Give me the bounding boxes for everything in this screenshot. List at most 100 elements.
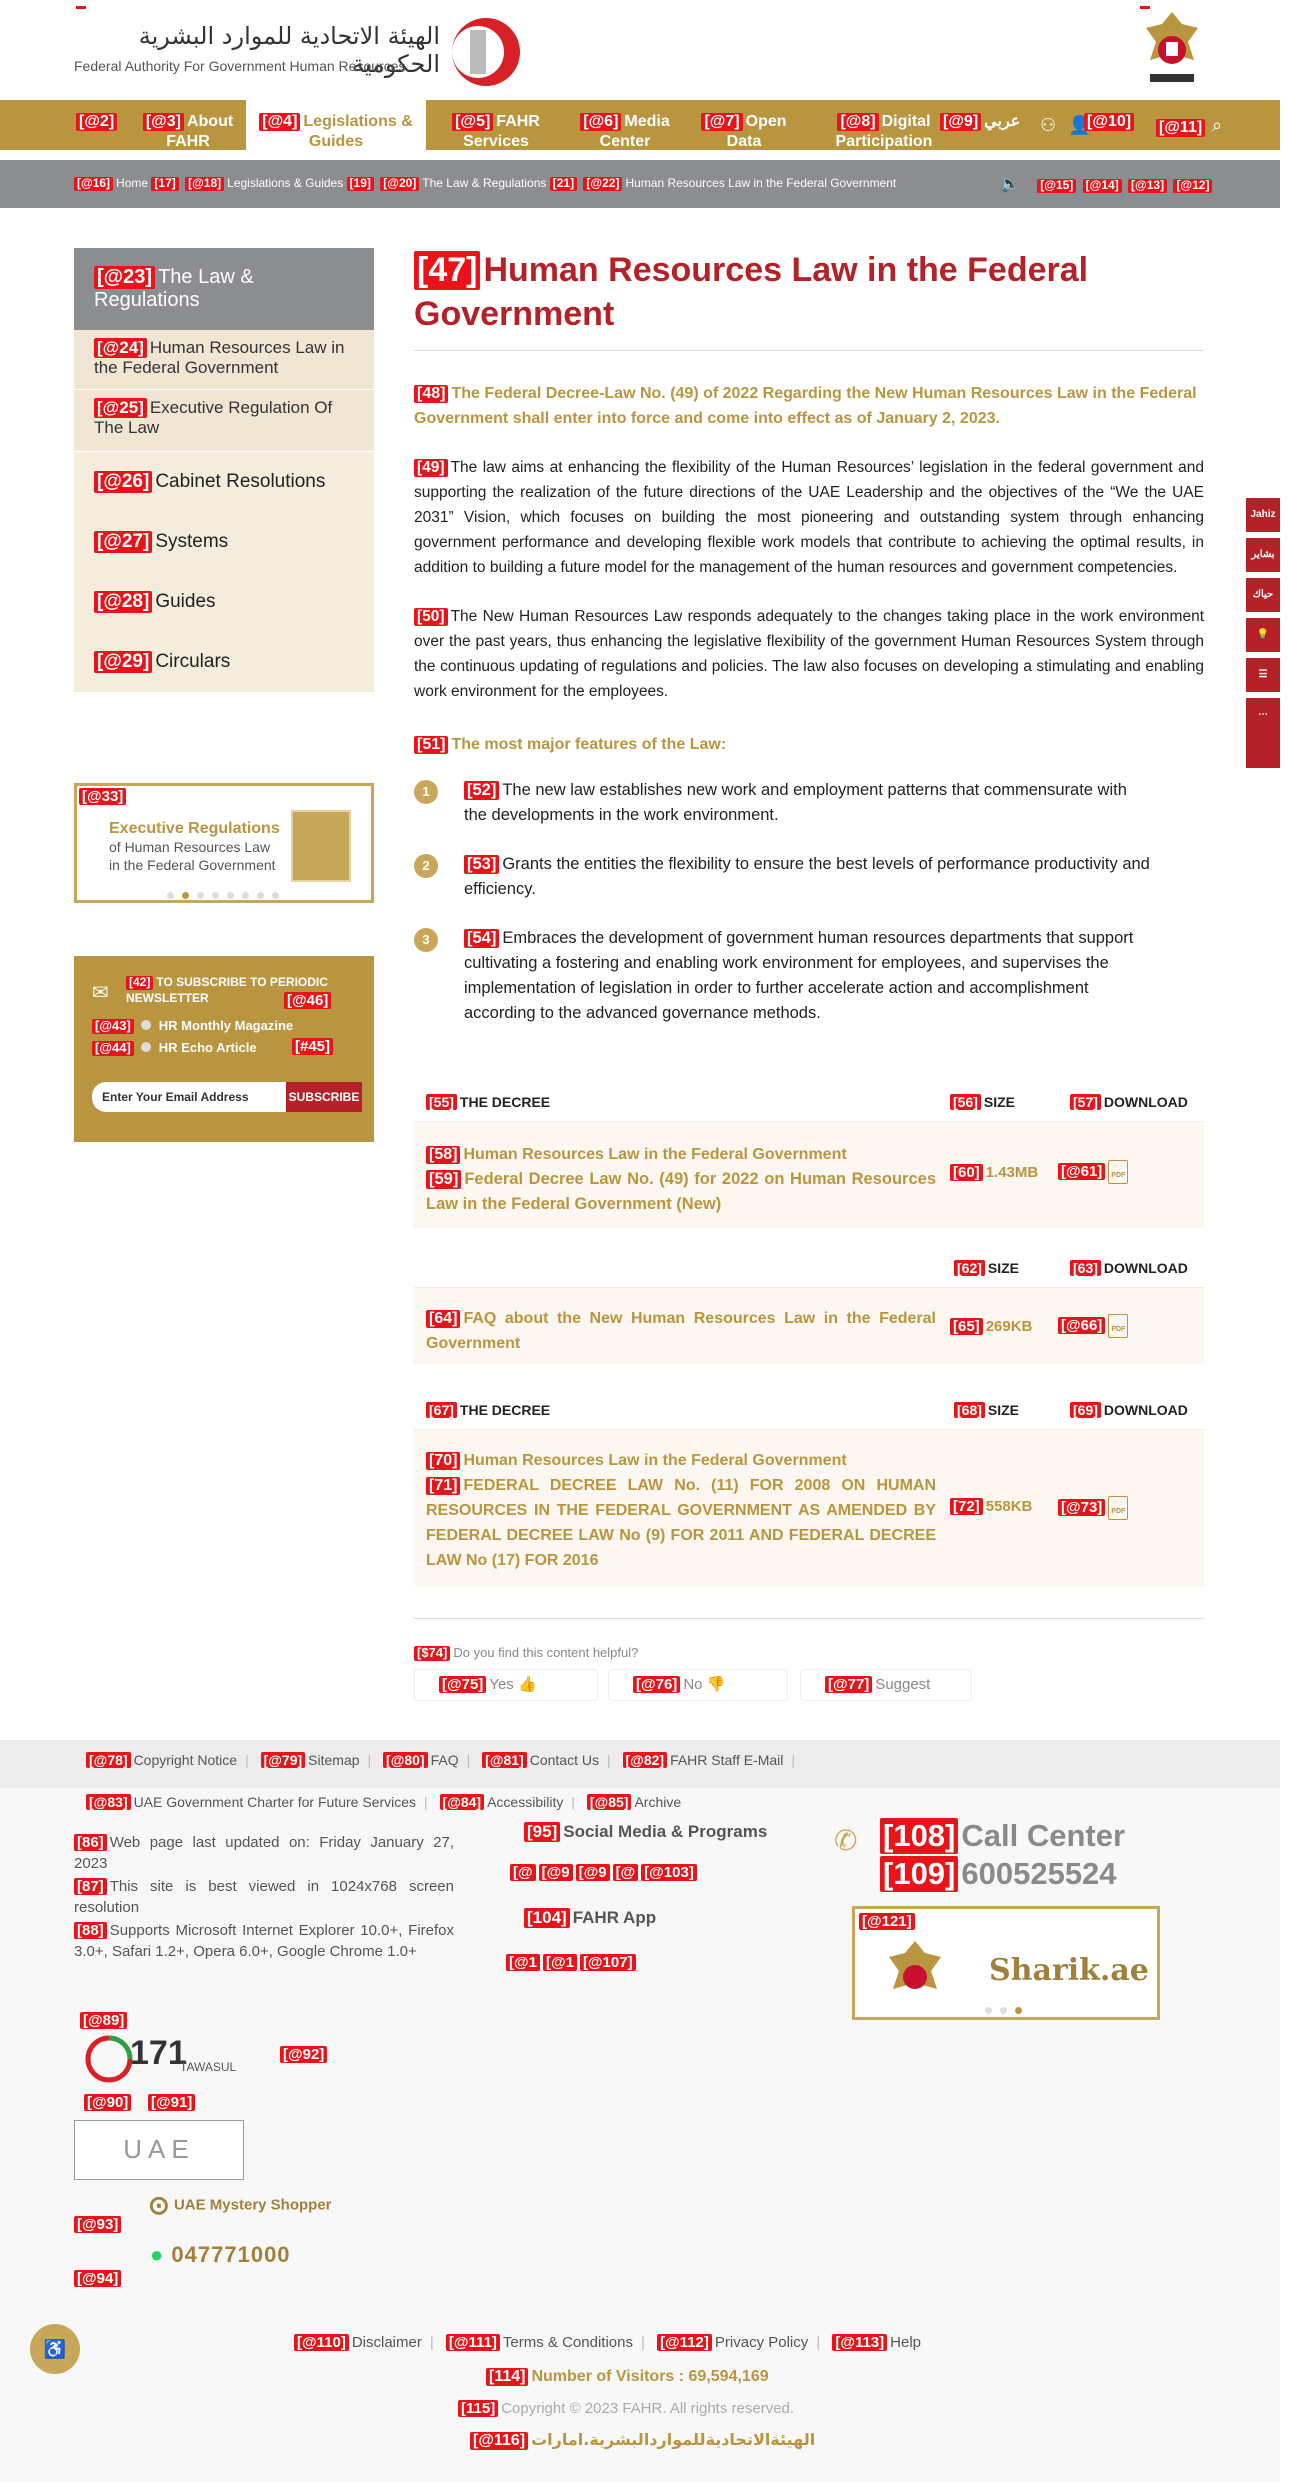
banner-text: Executive Regulations of Human Resources… — [109, 820, 280, 873]
uae-logo[interactable]: UAE — [74, 2120, 244, 2180]
subscribe-button[interactable]: SUBSCRIBE — [286, 1082, 362, 1112]
legal-link[interactable]: [@113] Help — [832, 2334, 921, 2352]
sitemap-icon[interactable]: ⚇ — [1040, 115, 1056, 136]
footer-tag-91[interactable]: [@91] — [148, 2094, 196, 2112]
breadcrumb-sep: [19] — [346, 176, 374, 191]
footer-link[interactable]: [@84] Accessibility — [439, 1794, 563, 1811]
footer-link[interactable]: [@85] Archive — [586, 1794, 681, 1811]
footer-link[interactable]: [@78] Copyright Notice — [86, 1752, 237, 1769]
rail-hayyak[interactable]: حياك — [1246, 578, 1280, 612]
sidebar-item-hr-law[interactable]: [@24] Human Resources Law in the Federal … — [74, 330, 374, 390]
book-cover-image — [291, 810, 351, 882]
legal-link[interactable]: [@110] Disclaimer — [294, 2334, 422, 2352]
breadcrumb-sep: [21] — [549, 176, 578, 191]
decree-title[interactable]: [70] Human Resources Law in the Federal G… — [426, 1448, 936, 1573]
footer-tag-90[interactable]: [@90] — [84, 2094, 132, 2112]
language-switch[interactable]: [@9] عربي — [940, 112, 1020, 132]
carousel-dots[interactable] — [985, 2001, 1030, 2018]
legal-link[interactable]: [@111] Terms & Conditions — [445, 2334, 633, 2352]
social-icons[interactable]: [@ [@9 [@9 [@ [@103] — [510, 1864, 700, 1882]
tawasul-tag[interactable]: [@89] — [80, 2012, 128, 2030]
download-pdf-button[interactable]: [@66] PDF — [1058, 1314, 1129, 1338]
footer-link[interactable]: [@80] FAQ — [383, 1752, 459, 1769]
sidebar-item-systems[interactable]: [@27] Systems — [74, 512, 374, 572]
nav-icon-11[interactable]: [@11] — [1156, 118, 1208, 138]
email-input[interactable]: Enter Your Email Address — [92, 1082, 288, 1112]
footer-tag-93[interactable]: [@93] — [74, 2216, 122, 2234]
breadcrumb-home[interactable]: [@16] Home — [74, 176, 148, 191]
footer-link[interactable]: [@83] UAE Government Charter for Future S… — [86, 1794, 416, 1811]
sharik-banner[interactable]: [@121] Sharik.ae — [852, 1906, 1160, 2020]
option-hr-echo[interactable]: [@44] HR Echo Article — [92, 1040, 257, 1056]
newsletter-tag-45[interactable]: [#45] — [292, 1038, 334, 1056]
nav-fahr-services[interactable]: [@5] FAHR Services — [446, 112, 546, 152]
breadcrumb-legislations[interactable]: [@18] Legislations & Guides — [185, 176, 343, 191]
rail-idea-icon[interactable]: 💡 — [1246, 618, 1280, 652]
option-hr-monthly[interactable]: [@43] HR Monthly Magazine — [92, 1018, 293, 1034]
search-icon[interactable]: ⌕ — [1212, 115, 1222, 136]
footer-links: [@78] Copyright Notice | [@79] Sitemap | [@8… — [0, 1740, 1280, 1788]
page-tools: 🔈 [@15] [@14] [@13] [@12] — [1000, 174, 1215, 194]
nav-home[interactable]: [@2] — [76, 112, 120, 132]
breadcrumb-bar: [@16] Home [17] [@18] Legislations & Guide… — [0, 160, 1280, 208]
nav-open-data[interactable]: [@7] Open Data — [694, 112, 794, 152]
faq-title[interactable]: [64] FAQ about the New Human Resources La… — [426, 1306, 936, 1356]
sidebar-item-cabinet-resolutions[interactable]: [@26] Cabinet Resolutions — [74, 452, 374, 512]
footer-tag-94[interactable]: [@94] — [74, 2270, 122, 2288]
whatsapp-number[interactable]: ● 047771000 — [150, 2242, 291, 2268]
nav-icon-10[interactable]: [@10] — [1084, 112, 1137, 132]
footer-tag-92[interactable]: [@92] — [280, 2046, 328, 2064]
accessibility-badge-icon[interactable]: ♿ — [30, 2324, 80, 2374]
nav-digital-participation[interactable]: [@8] Digital Participation — [824, 112, 944, 152]
fahr-logo[interactable]: الهيئة الاتحادية للموارد البشرية الحكومي… — [74, 12, 534, 90]
intro-text: [48] The Federal Decree-Law No. (49) of 2… — [414, 385, 1197, 427]
call-center-number[interactable]: [109] 600525524 — [880, 1856, 1117, 1892]
tool-13[interactable]: [@13] — [1128, 178, 1168, 193]
nav-legislations-guides[interactable]: [@4] Legislations & Guides — [246, 100, 426, 150]
yes-button[interactable]: [@75] Yes 👍 — [414, 1669, 598, 1701]
tool-12[interactable]: [@12] — [1173, 178, 1213, 193]
sidebar-item-guides[interactable]: [@28] Guides — [74, 572, 374, 632]
tawasul-logo[interactable]: 171 TAWASUL — [84, 2030, 244, 2083]
download-pdf-button[interactable]: [@61] PDF — [1058, 1160, 1129, 1184]
feature-item: 3 [54] Embraces the development of governm… — [414, 926, 1154, 1026]
tool-15[interactable]: [@15] — [1037, 178, 1077, 193]
sidebar-header[interactable]: [@23] The Law & Regulations — [74, 248, 374, 330]
app-store-icons[interactable]: [@1 [@1 [@107] — [506, 1954, 639, 1972]
sidebar-item-executive-regulation[interactable]: [@25] Executive Regulation Of The Law — [74, 390, 374, 452]
pdf-icon: PDF — [1108, 1160, 1129, 1184]
decree-title[interactable]: [58] Human Resources Law in the Federal G… — [426, 1142, 936, 1217]
file-size: [60] 1.43MB — [950, 1164, 1038, 1182]
carousel-dots[interactable] — [167, 886, 287, 903]
suggest-button[interactable]: [@77] Suggest — [800, 1669, 972, 1701]
footer-link[interactable]: [@81] Contact Us — [482, 1752, 599, 1769]
footer-link[interactable]: [@79] Sitemap — [260, 1752, 360, 1769]
arabic-domain[interactable]: [@116] الهيئةالاتحاديةللمواردالبشرية.امار… — [470, 2430, 815, 2451]
nav-media-center[interactable]: [@6] Media Center — [570, 112, 680, 152]
executive-regulations-banner[interactable]: [@33] Executive Regulations of Human Res… — [74, 783, 374, 903]
breadcrumb-law-regulations[interactable]: [@20] The Law & Regulations — [380, 176, 546, 191]
no-button[interactable]: [@76] No 👎 — [608, 1669, 788, 1701]
thumbs-up-icon: 👍 — [517, 1676, 537, 1693]
download-pdf-button[interactable]: [@73] PDF — [1058, 1496, 1129, 1520]
nav-about-fahr[interactable]: [@3] About FAHR — [138, 112, 238, 152]
logo-english-text: Federal Authority For Government Human R… — [74, 58, 406, 74]
rail-bashayer[interactable]: بشاير — [1246, 538, 1280, 572]
rail-more[interactable]: ⋯ — [1246, 698, 1280, 768]
sidebar-item-circulars[interactable]: [@29] Circulars — [74, 632, 374, 692]
tool-14[interactable]: [@14] — [1082, 178, 1122, 193]
speaker-icon[interactable]: 🔈 — [1000, 176, 1020, 193]
rail-settings-icon[interactable]: ☰ — [1246, 658, 1280, 692]
footer-link[interactable]: [@82] FAHR Staff E-Mail — [622, 1752, 783, 1769]
decree-table: [55] THE DECREE [56] SIZE [57] DOWNLOAD [58… — [414, 1082, 1204, 1228]
rail-jahiz[interactable]: Jahiz — [1246, 498, 1280, 532]
browser-support: [88] Supports Microsoft Internet Explorer… — [74, 1922, 454, 1960]
features-heading: [51] The most major features of the Law: — [414, 736, 1204, 755]
pdf-icon: PDF — [1108, 1496, 1129, 1520]
breadcrumb-sep: [17] — [151, 176, 179, 191]
footer-links-secondary: [@83] UAE Government Charter for Future S… — [86, 1794, 689, 1811]
newsletter-tag-46[interactable]: [@46] — [284, 992, 332, 1010]
mystery-shopper-logo[interactable]: ⊙ UAE Mystery Shopper — [148, 2190, 332, 2221]
newsletter-title: [42] TO SUBSCRIBE TO PERIODIC NEWSLETTER — [126, 975, 328, 1005]
legal-link[interactable]: [@112] Privacy Policy — [657, 2334, 808, 2352]
